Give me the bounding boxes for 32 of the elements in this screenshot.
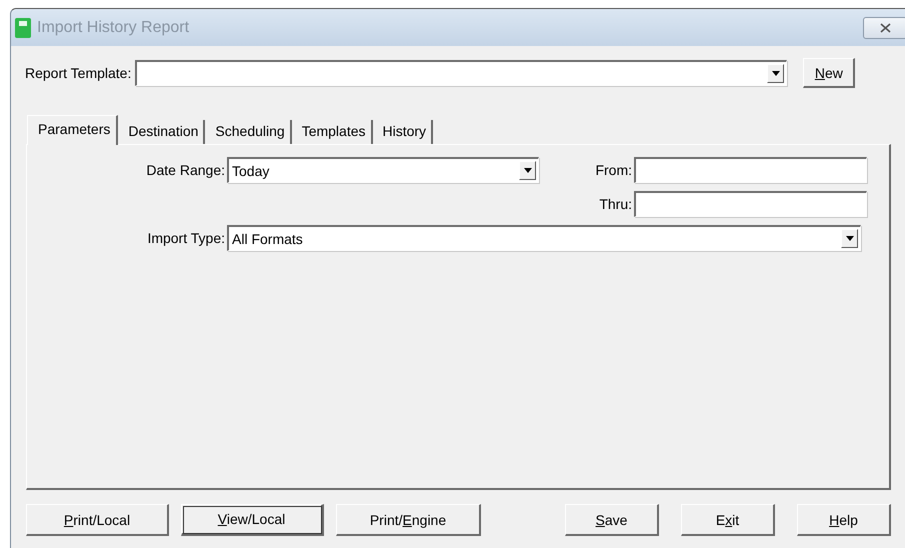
new-button[interactable]: New — [803, 58, 856, 88]
dropdown-button[interactable] — [519, 161, 536, 180]
window-title: Import History Report — [37, 18, 190, 36]
dialog-button[interactable]: Exit — [681, 504, 775, 536]
dropdown-button[interactable] — [841, 229, 858, 248]
close-button[interactable] — [863, 16, 905, 38]
field-label: Date Range: — [145, 162, 226, 178]
date-range-dropdown[interactable]: Today — [227, 157, 539, 183]
tab[interactable]: History — [376, 120, 434, 144]
field-label: Import Type: — [146, 230, 226, 246]
thru-field[interactable] — [634, 191, 867, 217]
report-template-dropdown[interactable] — [135, 60, 788, 86]
tab[interactable]: Scheduling — [209, 120, 292, 144]
tab[interactable]: Destination — [122, 120, 206, 144]
from-field[interactable] — [634, 157, 867, 183]
dialog-button[interactable]: Help — [797, 504, 891, 536]
dialog-button[interactable]: Print/Engine — [336, 504, 481, 536]
close-icon — [880, 22, 890, 32]
dropdown-button[interactable] — [767, 64, 784, 83]
app-icon — [15, 18, 31, 38]
tab[interactable]: Templates — [296, 120, 372, 144]
dialog-button[interactable]: Save — [565, 504, 659, 536]
tab[interactable]: Parameters — [27, 115, 118, 145]
caret-icon — [524, 168, 532, 173]
field-label: Thru: — [598, 196, 633, 212]
import-type-dropdown[interactable]: All Formats — [227, 225, 861, 251]
field-label: Report Template: — [25, 65, 132, 81]
field-label: From: — [594, 162, 633, 178]
caret-icon — [772, 71, 780, 76]
dialog-button[interactable]: View/Local — [181, 504, 324, 536]
caret-icon — [846, 236, 854, 241]
dialog-button[interactable]: Print/Local — [26, 504, 169, 536]
